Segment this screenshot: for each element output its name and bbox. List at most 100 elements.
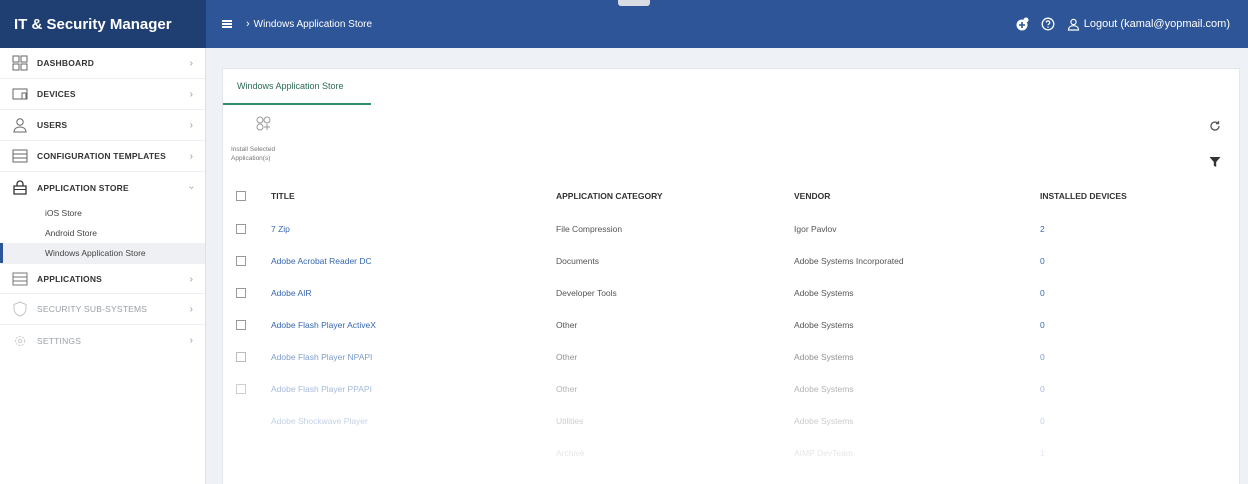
table-row: Adobe Flash Player ActiveX Other Adobe S…	[223, 309, 1239, 341]
app-category: Other	[556, 320, 578, 330]
row-checkbox[interactable]	[236, 352, 246, 362]
chevron-right-icon: ›	[189, 58, 193, 69]
sidebar-item-configuration-templates[interactable]: CONFIGURATION TEMPLATES ›	[0, 141, 205, 172]
app-title-link[interactable]: Adobe Flash Player ActiveX	[271, 309, 556, 341]
app-category: Documents	[556, 256, 599, 266]
sidebar-item-label: USERS	[37, 120, 68, 130]
row-checkbox[interactable]	[236, 256, 246, 266]
sidebar-item-label: CONFIGURATION TEMPLATES	[37, 151, 166, 161]
app-title-link[interactable]: Adobe AIR	[271, 277, 556, 309]
sidebar-subitem-windows-application-store[interactable]: Windows Application Store	[0, 243, 205, 263]
notification-icon[interactable]	[1015, 17, 1029, 31]
chevron-right-icon: ›	[189, 89, 193, 100]
sidebar-item-settings[interactable]: SETTINGS ›	[0, 325, 205, 356]
install-selected-button[interactable]: Install Selected Application(s)	[231, 115, 301, 163]
app-category: Other	[556, 384, 578, 394]
table-row: Archive AIMP DevTeam 1	[223, 437, 1239, 469]
sidebar-item-label: DEVICES	[37, 89, 76, 99]
app-vendor: Adobe Systems	[794, 288, 854, 298]
sidebar-subitem-ios-store[interactable]: iOS Store	[0, 203, 205, 223]
installed-devices-link[interactable]: 0	[1040, 245, 1239, 277]
app-category: Other	[556, 352, 578, 362]
table-row: Adobe AIR Developer Tools Adobe Systems …	[223, 277, 1239, 309]
app-vendor: Adobe Systems Incorporated	[794, 256, 904, 266]
table-row: Adobe Flash Player PPAPI Other Adobe Sys…	[223, 373, 1239, 405]
app-title-link[interactable]	[271, 437, 556, 469]
chevron-right-icon: ›	[189, 274, 193, 285]
table-row: Adobe Acrobat Reader DC Documents Adobe …	[223, 245, 1239, 277]
app-title-link[interactable]: 7 Zip	[271, 213, 556, 245]
installed-devices-link[interactable]: 0	[1040, 309, 1239, 341]
row-checkbox[interactable]	[236, 224, 246, 234]
row-checkbox[interactable]	[236, 320, 246, 330]
logout-label: Logout (kamal@yopmail.com)	[1083, 18, 1230, 30]
sidebar-item-label: APPLICATIONS	[37, 273, 103, 284]
dashboard-icon	[12, 55, 28, 71]
sidebar-item-label: DASHBOARD	[37, 58, 95, 68]
chevron-right-icon: ›	[189, 120, 193, 131]
sidebar-item-dashboard[interactable]: DASHBOARD ›	[0, 48, 205, 79]
filter-icon[interactable]	[1209, 155, 1221, 167]
sidebar-subitem-android-store[interactable]: Android Store	[0, 223, 205, 243]
breadcrumb-chevron-icon: ›	[246, 18, 250, 30]
app-title-link[interactable]: Adobe Flash Player NPAPI	[271, 341, 556, 373]
app-title-link[interactable]: Adobe Acrobat Reader DC	[271, 245, 556, 277]
select-all-checkbox[interactable]	[236, 191, 246, 201]
sidebar-item-application-store[interactable]: APPLICATION STORE ›	[0, 172, 205, 203]
app-vendor: Adobe Systems	[794, 320, 854, 330]
installed-devices-link[interactable]: 1	[1040, 437, 1239, 469]
user-icon	[12, 117, 28, 133]
installed-devices-link[interactable]: 0	[1040, 341, 1239, 373]
app-vendor: Adobe Systems	[794, 384, 854, 394]
table-row: Adobe Shockwave Player Utilities Adobe S…	[223, 405, 1239, 437]
logout-link[interactable]: Logout (kamal@yopmail.com)	[1067, 18, 1230, 31]
applications-table: TITLE APPLICATION CATEGORY VENDOR INSTAL…	[223, 179, 1239, 469]
breadcrumb: Windows Application Store	[253, 18, 373, 30]
refresh-icon[interactable]	[1209, 119, 1221, 131]
app-title[interactable]: IT & Security Manager	[0, 0, 206, 48]
sidebar-item-label: SECURITY SUB-SYSTEMS	[37, 304, 148, 314]
sidebar-item-applications[interactable]: APPLICATIONS ›	[0, 263, 205, 294]
templates-icon	[12, 148, 28, 164]
gear-icon	[12, 333, 28, 349]
app-vendor: Igor Pavlov	[794, 224, 837, 234]
table-row: Adobe Flash Player NPAPI Other Adobe Sys…	[223, 341, 1239, 373]
installed-devices-link[interactable]: 0	[1040, 373, 1239, 405]
app-vendor: Adobe Systems	[794, 416, 854, 426]
shield-icon	[12, 301, 28, 317]
app-category: Developer Tools	[556, 288, 617, 298]
sidebar-item-users[interactable]: USERS ›	[0, 110, 205, 141]
drag-handle[interactable]	[618, 0, 650, 6]
installed-devices-link[interactable]: 0	[1040, 277, 1239, 309]
menu-icon[interactable]	[222, 20, 232, 28]
main-panel: Windows Application Store Install Select…	[222, 68, 1240, 484]
row-checkbox[interactable]	[236, 288, 246, 298]
chevron-right-icon: ›	[189, 335, 193, 346]
chevron-right-icon: ›	[189, 304, 193, 315]
sidebar-item-security-sub-systems[interactable]: SECURITY SUB-SYSTEMS ›	[0, 294, 205, 325]
app-title-link[interactable]: Adobe Shockwave Player	[271, 405, 556, 437]
column-header-title[interactable]: TITLE	[271, 179, 556, 213]
app-vendor: AIMP DevTeam	[794, 448, 853, 458]
app-category: Archive	[556, 448, 585, 458]
chevron-right-icon: ›	[189, 151, 193, 162]
installed-devices-link[interactable]: 0	[1040, 405, 1239, 437]
app-title-link[interactable]: Adobe Flash Player PPAPI	[271, 373, 556, 405]
install-selected-label: Install Selected Application(s)	[231, 146, 276, 162]
tab-windows-application-store[interactable]: Windows Application Store	[223, 69, 371, 105]
table-row: 7 Zip File Compression Igor Pavlov 2	[223, 213, 1239, 245]
installed-devices-link[interactable]: 2	[1040, 213, 1239, 245]
column-header-category[interactable]: APPLICATION CATEGORY	[556, 179, 794, 213]
sidebar-item-devices[interactable]: DEVICES ›	[0, 79, 205, 110]
app-category: File Compression	[556, 224, 623, 234]
install-apps-icon	[255, 115, 273, 133]
sidebar-item-label: SETTINGS	[37, 335, 82, 346]
sidebar: DASHBOARD › DEVICES › USERS › CONFIGURAT…	[0, 48, 206, 484]
column-header-vendor[interactable]: VENDOR	[794, 179, 1040, 213]
help-icon[interactable]	[1041, 17, 1055, 31]
devices-icon	[12, 86, 28, 102]
column-header-installed-devices[interactable]: INSTALLED DEVICES	[1040, 179, 1239, 213]
row-checkbox[interactable]	[236, 384, 246, 394]
applications-icon	[12, 271, 28, 287]
top-bar: IT & Security Manager › Windows Applicat…	[0, 0, 1248, 48]
